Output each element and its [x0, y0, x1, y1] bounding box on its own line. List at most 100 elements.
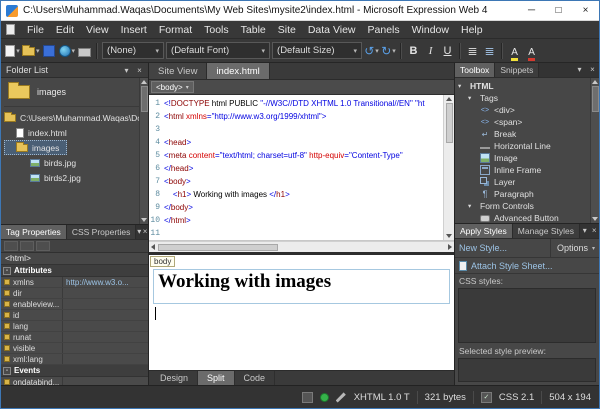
code-line[interactable]: 11 — [149, 227, 443, 240]
scroll-up-icon[interactable] — [592, 80, 598, 84]
code-line[interactable]: 1 <!DOCTYPE html PUBLIC "-//W3C//DTD XHTM… — [149, 97, 443, 110]
tree-item-birds2-jpg[interactable]: birds2.jpg — [4, 170, 139, 185]
site-folder-item[interactable]: images — [4, 80, 139, 107]
code-line[interactable]: 8 <h1> Working with images </h1> — [149, 188, 443, 201]
code-text[interactable]: </html> — [164, 214, 191, 227]
toolbox-item-span[interactable]: <span> — [455, 116, 590, 128]
events-section-header[interactable]: - Events — [1, 365, 148, 377]
numbered-list-button[interactable] — [481, 42, 498, 60]
panel-menu-icon[interactable]: ▾ — [573, 63, 586, 75]
code-text[interactable]: <meta content="text/html; charset=utf-8"… — [164, 149, 403, 162]
code-line[interactable]: 5 <meta content="text/html; charset=utf-8… — [149, 149, 443, 162]
scroll-down-icon[interactable] — [592, 217, 598, 221]
collapse-icon[interactable]: - — [3, 266, 11, 275]
code-text[interactable]: <html xmlns="http://www.w3.org/1999/xhtm… — [164, 110, 326, 123]
toolbox-group-form-controls[interactable]: ▾ Form Controls — [455, 200, 590, 212]
folder-list-scrollbar[interactable] — [139, 78, 148, 224]
design-view[interactable]: body Working with images — [149, 255, 454, 370]
toolbox-item-advanced-button[interactable]: Advanced Button — [455, 212, 590, 223]
menu-insert[interactable]: Insert — [115, 21, 153, 38]
maximize-button[interactable]: □ — [545, 1, 572, 20]
doctype-schema[interactable]: XHTML 1.0 T — [354, 392, 410, 403]
code-text[interactable]: </body> — [164, 201, 193, 214]
scroll-up-icon[interactable] — [141, 80, 147, 84]
menu-window[interactable]: Window — [406, 21, 455, 38]
minimize-button[interactable]: ─ — [518, 1, 545, 20]
code-line[interactable]: 2 <html xmlns="http://www.w3.org/1999/xht… — [149, 110, 443, 123]
toolbox-item-layer[interactable]: Layer — [455, 176, 590, 188]
redo-button[interactable]: ▾ — [380, 42, 397, 60]
panel-close-icon[interactable]: × — [133, 64, 146, 76]
attribute-row[interactable]: visible — [1, 343, 148, 354]
close-button[interactable]: × — [572, 1, 599, 20]
code-line[interactable]: 9 </body> — [149, 201, 443, 214]
scroll-up-icon[interactable] — [446, 97, 452, 101]
event-row[interactable]: ondatabind... — [1, 377, 148, 385]
tab-css-properties[interactable]: CSS Properties — [66, 225, 137, 239]
attribute-row[interactable]: id — [1, 310, 148, 321]
tab-snippets[interactable]: Snippets — [495, 63, 540, 77]
toolbox-item-image[interactable]: Image — [455, 152, 590, 164]
categorized-view-icon[interactable] — [4, 241, 18, 251]
attribute-row[interactable]: dir — [1, 288, 148, 299]
bullet-list-button[interactable] — [464, 42, 481, 60]
tree-item-root[interactable]: C:\Users\Muhammad.Waqas\Documents\M — [4, 110, 139, 125]
chevron-down-icon[interactable]: ▾ — [468, 94, 476, 102]
toolbox-scrollbar[interactable] — [590, 78, 599, 223]
menu-site[interactable]: Site — [272, 21, 302, 38]
alphabetical-sort-icon[interactable] — [20, 241, 34, 251]
code-line[interactable]: 7 <body> — [149, 175, 443, 188]
scrollbar-thumb[interactable] — [591, 86, 599, 112]
scrollbar-thumb[interactable] — [140, 86, 148, 112]
tab-manage-styles[interactable]: Manage Styles — [512, 224, 581, 238]
tab-toolbox[interactable]: Toolbox — [455, 63, 496, 77]
menu-format[interactable]: Format — [153, 21, 198, 38]
highlight-button[interactable] — [506, 42, 523, 60]
code-line[interactable]: 10 </html> — [149, 214, 443, 227]
scroll-left-icon[interactable] — [151, 244, 155, 250]
attribute-row[interactable]: xml:lang — [1, 354, 148, 365]
font-family-dropdown[interactable]: (Default Font) ▾ — [166, 42, 271, 59]
attribute-value[interactable]: http://www.w3.o... — [63, 278, 148, 287]
attribute-row[interactable]: lang — [1, 321, 148, 332]
font-size-dropdown[interactable]: (Default Size) ▾ — [272, 42, 363, 59]
underline-button[interactable]: U — [439, 42, 456, 60]
chevron-down-icon[interactable]: ▾ — [458, 82, 466, 90]
chevron-down-icon[interactable]: ▾ — [468, 202, 476, 210]
code-text[interactable]: </head> — [164, 162, 193, 175]
toolbox-group-html[interactable]: ▾ HTML — [455, 80, 590, 92]
menu-panels[interactable]: Panels — [362, 21, 406, 38]
menu-table[interactable]: Table — [235, 21, 272, 38]
code-vertical-scrollbar[interactable] — [443, 95, 454, 240]
compatibility-check-icon[interactable]: ✓ — [480, 391, 492, 403]
code-text[interactable]: <head> — [164, 136, 191, 149]
code-line[interactable]: 4 <head> — [149, 136, 443, 149]
toolbox-item-horizontal-line[interactable]: Horizontal Line — [455, 140, 590, 152]
menu-file[interactable]: File — [21, 21, 50, 38]
paragraph-style-dropdown[interactable]: (None) ▾ — [102, 42, 165, 59]
preview-in-browser-button[interactable]: ▾ — [58, 42, 77, 60]
code-line[interactable]: 6 </head> — [149, 162, 443, 175]
attribute-row[interactable]: runat — [1, 332, 148, 343]
undo-button[interactable]: ▾ — [363, 42, 380, 60]
scroll-down-icon[interactable] — [446, 234, 452, 238]
scrollbar-thumb[interactable] — [445, 103, 453, 143]
panel-menu-icon[interactable]: ▾ — [120, 64, 133, 76]
view-tab-code[interactable]: Code — [235, 371, 276, 385]
bold-button[interactable]: B — [405, 42, 422, 60]
code-text[interactable]: <h1> Working with images </h1> — [164, 188, 290, 201]
attach-style-sheet-link[interactable]: Attach Style Sheet... — [455, 258, 599, 274]
tree-item-birds-jpg[interactable]: birds.jpg — [4, 155, 139, 170]
italic-button[interactable]: I — [422, 42, 439, 60]
attributes-section-header[interactable]: - Attributes — [1, 265, 148, 277]
options-button[interactable]: Options ▾ — [549, 239, 595, 257]
tab-site-view[interactable]: Site View — [149, 63, 208, 79]
css-styles-list[interactable] — [458, 288, 596, 343]
scroll-right-icon[interactable] — [448, 244, 452, 250]
view-tab-design[interactable]: Design — [151, 371, 199, 385]
menu-tools[interactable]: Tools — [198, 21, 235, 38]
toolbox-group-tags[interactable]: ▾ Tags — [455, 92, 590, 104]
scrollbar-thumb[interactable] — [158, 243, 278, 251]
toolbox-item-break[interactable]: Break — [455, 128, 590, 140]
show-set-properties-icon[interactable] — [36, 241, 50, 251]
